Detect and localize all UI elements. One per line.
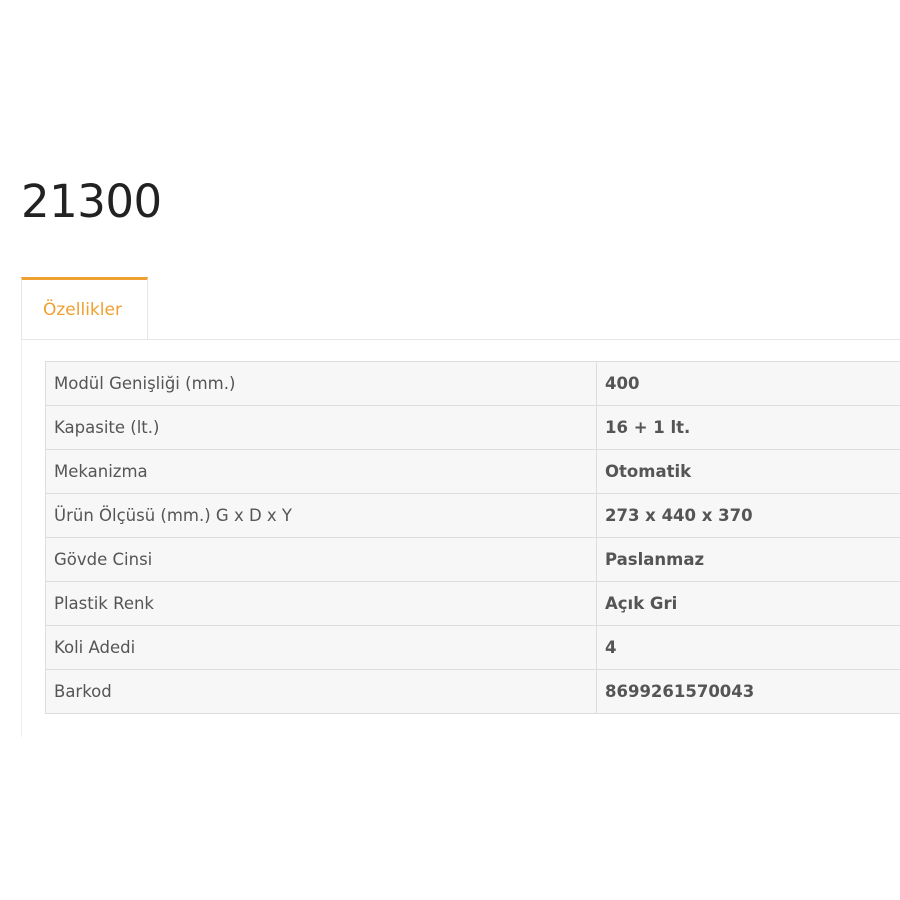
spec-value: 273 x 440 x 370	[596, 493, 900, 538]
spec-value: Paslanmaz	[596, 537, 900, 582]
product-page: 21300 Özellikler Modül Genişliği (mm.) 4…	[0, 0, 900, 900]
spec-value: 8699261570043	[596, 669, 900, 714]
spec-label: Mekanizma	[45, 449, 597, 494]
spec-label: Kapasite (lt.)	[45, 405, 597, 450]
spec-label: Plastik Renk	[45, 581, 597, 626]
spec-row: Gövde Cinsi Paslanmaz	[45, 537, 900, 582]
spec-table: Modül Genişliği (mm.) 400 Kapasite (lt.)…	[45, 361, 900, 714]
spec-label: Koli Adedi	[45, 625, 597, 670]
tab-label: Özellikler	[43, 300, 122, 320]
spec-value: Otomatik	[596, 449, 900, 494]
spec-label: Barkod	[45, 669, 597, 714]
tab-panel-ozellikler: Modül Genişliği (mm.) 400 Kapasite (lt.)…	[21, 340, 900, 737]
tab-ozellikler[interactable]: Özellikler	[21, 277, 148, 339]
spec-row: Barkod 8699261570043	[45, 669, 900, 714]
spec-label: Ürün Ölçüsü (mm.) G x D x Y	[45, 493, 597, 538]
spec-label: Modül Genişliği (mm.)	[45, 361, 597, 406]
spec-value: 4	[596, 625, 900, 670]
spec-row: Mekanizma Otomatik	[45, 449, 900, 494]
spec-row: Plastik Renk Açık Gri	[45, 581, 900, 626]
spec-value: 16 + 1 lt.	[596, 405, 900, 450]
tab-bar: Özellikler	[21, 277, 900, 340]
product-title: 21300	[21, 175, 162, 228]
spec-label: Gövde Cinsi	[45, 537, 597, 582]
spec-row: Koli Adedi 4	[45, 625, 900, 670]
spec-row: Modül Genişliği (mm.) 400	[45, 361, 900, 406]
spec-value: Açık Gri	[596, 581, 900, 626]
spec-row: Kapasite (lt.) 16 + 1 lt.	[45, 405, 900, 450]
spec-value: 400	[596, 361, 900, 406]
spec-row: Ürün Ölçüsü (mm.) G x D x Y 273 x 440 x …	[45, 493, 900, 538]
